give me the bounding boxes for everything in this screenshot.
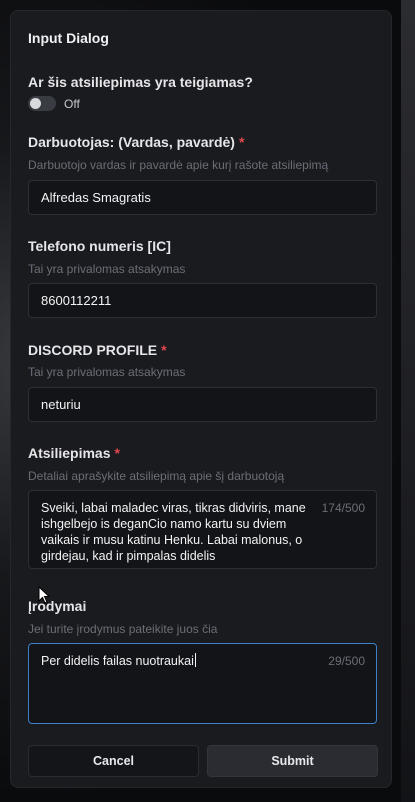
review-textarea[interactable]: Sveiki, labai maladec viras, tikras didv… (28, 490, 377, 569)
review-label-text: Atsiliepimas (28, 445, 111, 461)
positive-toggle[interactable] (28, 96, 56, 111)
input-dialog: Input Dialog Ar šis atsiliepimas yra tei… (10, 10, 392, 788)
employee-label: Darbuotojas: (Vardas, pavardė) * (28, 134, 244, 150)
discord-label: DISCORD PROFILE * (28, 342, 167, 358)
cancel-button[interactable]: Cancel (28, 745, 199, 777)
required-marker: * (161, 342, 167, 358)
review-text: Sveiki, labai maladec viras, tikras didv… (41, 501, 306, 563)
evidence-label: Įrodymai (28, 598, 87, 614)
positive-label: Ar šis atsiliepimas yra teigiamas? (28, 74, 253, 90)
review-label: Atsiliepimas * (28, 445, 120, 461)
employee-label-text: Darbuotojas: (Vardas, pavardė) (28, 134, 235, 150)
required-marker: * (114, 445, 120, 461)
toggle-knob (30, 98, 41, 109)
evidence-value: Per didelis failas nuotraukai (41, 654, 194, 668)
discord-label-text: DISCORD PROFILE (28, 342, 158, 358)
evidence-char-counter: 29/500 (328, 654, 365, 668)
review-char-counter: 174/500 (321, 501, 365, 515)
employee-description: Darbuotojo vardas ir pavardė apie kurį r… (28, 158, 329, 172)
required-marker: * (238, 134, 245, 150)
submit-button[interactable]: Submit (207, 745, 378, 777)
mouse-pointer-icon (38, 586, 51, 604)
evidence-description: Jei turite įrodymus pateikite juos čia (28, 622, 218, 636)
employee-input[interactable]: Alfredas Smagratis (28, 180, 377, 215)
phone-label: Telefono numeris [IC] (28, 238, 171, 254)
evidence-text: Per didelis failas nuotraukai (41, 653, 317, 669)
background-edge (401, 0, 415, 802)
positive-toggle-state: Off (64, 97, 80, 111)
text-caret (194, 653, 196, 667)
discord-input[interactable]: neturiu (28, 387, 377, 422)
phone-description: Tai yra privalomas atsakymas (28, 262, 186, 276)
evidence-textarea[interactable]: Per didelis failas nuotraukai 29/500 (28, 643, 377, 724)
dialog-title: Input Dialog (28, 30, 109, 46)
discord-description: Tai yra privalomas atsakymas (28, 365, 186, 379)
phone-input[interactable]: 8600112211 (28, 283, 377, 318)
review-description: Detaliai aprašykite atsiliepimą apie šį … (28, 469, 285, 483)
